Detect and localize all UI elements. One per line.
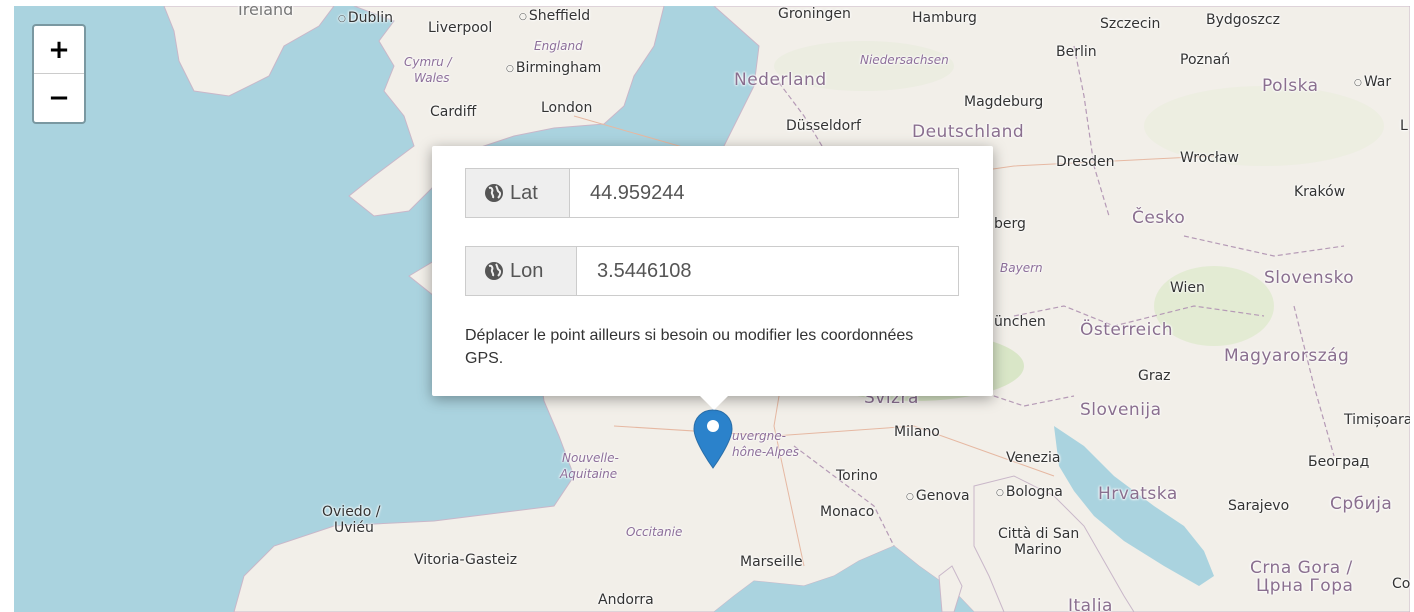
map-label-marseille: Marseille (740, 554, 803, 570)
map-label-liverpool: Liverpool (428, 20, 493, 36)
lon-input-group: Lon (465, 246, 959, 296)
map-label-dresden: Dresden (1056, 154, 1115, 170)
map-label-szczecin: Szczecin (1100, 16, 1161, 32)
map-label-milano: Milano (894, 424, 940, 440)
map-label-nederland: Nederland (734, 70, 827, 90)
globe-icon (485, 262, 503, 280)
map-label-wien: Wien (1170, 280, 1205, 296)
map-label-crna-gora-1: Crna Gora / (1250, 558, 1353, 578)
map-label-dusseldorf: Düsseldorf (786, 118, 861, 134)
map-label-munchen: ünchen (994, 314, 1046, 330)
map-label-poznan: Poznań (1180, 52, 1231, 68)
map-label-slovensko: Slovensko (1264, 268, 1355, 288)
map-label-hrvatska: Hrvatska (1098, 484, 1178, 504)
map-label-timisoara: Timișoara (1344, 412, 1410, 428)
map-label-venezia: Venezia (1006, 450, 1061, 466)
lon-label: Lon (510, 259, 544, 282)
map-label-magdeburg: Magdeburg (964, 94, 1044, 110)
map-label-genova: Genova (906, 488, 970, 505)
map-label-graz: Graz (1138, 368, 1171, 384)
map-label-birmingham: Birmingham (506, 60, 601, 77)
map-label-crna-gora-2: Црна Гора (1256, 576, 1354, 596)
map-label-bydgoszcz: Bydgoszcz (1206, 12, 1280, 28)
map-label-berlin: Berlin (1056, 44, 1097, 60)
map-label-polska: Polska (1262, 76, 1319, 96)
map-label-dublin: Dublin (338, 10, 393, 27)
map-label-auvergne-2: hône-Alpes (732, 445, 800, 459)
zoom-in-button[interactable]: + (34, 26, 84, 74)
map-label-beograd: Београд (1308, 454, 1370, 470)
plus-icon: + (48, 34, 70, 65)
lon-input[interactable] (577, 247, 958, 295)
map-label-cesko: Česko (1132, 208, 1186, 228)
map-label-cardiff: Cardiff (430, 104, 477, 120)
map-label-wroclaw: Wrocław (1180, 150, 1239, 166)
map-label-wales: Wales (414, 71, 450, 85)
map-label-bayern: Bayern (1000, 261, 1043, 275)
map-label-warszawa: War (1354, 74, 1391, 91)
map-marker-icon (693, 409, 733, 469)
map-label-oviedo-2: Uviéu (334, 520, 374, 536)
map-label-andorra: Andorra (598, 592, 654, 608)
map-label-srbija: Србија (1330, 494, 1393, 514)
map-label-san-marino-2: Marino (1014, 542, 1062, 558)
lat-input[interactable] (570, 169, 958, 217)
lat-input-group: Lat (465, 168, 959, 218)
map-label-nurnberg: berg (994, 216, 1026, 232)
map-label-krakow: Kraków (1294, 184, 1346, 200)
map-label-hamburg: Hamburg (912, 10, 977, 26)
map-label-london: London (541, 100, 593, 116)
zoom-control: + − (32, 24, 86, 124)
map-marker[interactable] (693, 409, 733, 473)
map-label-slovenija: Slovenija (1080, 400, 1162, 420)
map-label-oviedo-1: Oviedo / (322, 504, 381, 520)
map-label-auvergne-1: uvergne- (732, 429, 786, 443)
map-label-san-marino-1: Città di San (998, 526, 1080, 542)
map-label-sarajevo: Sarajevo (1228, 498, 1290, 514)
map-label-deutschland: Deutschland (912, 122, 1025, 142)
map-label-nouvelle-2: Aquitaine (560, 467, 618, 481)
popup-tip (698, 394, 730, 410)
map-label-england: England (534, 39, 583, 53)
map-label-lublin: L (1400, 118, 1408, 134)
map-label-edge-co: Co (1392, 576, 1410, 592)
map-label-osterreich: Österreich (1080, 320, 1173, 340)
map-label-niedersachsen: Niedersachsen (860, 53, 949, 67)
map-label-nouvelle-1: Nouvelle- (562, 451, 619, 465)
map-label-cymru: Cymru / (404, 55, 452, 69)
map-label-magyarorszag: Magyarország (1224, 346, 1350, 366)
map-label-italia: Italia (1068, 596, 1113, 612)
lon-addon: Lon (466, 247, 577, 295)
lat-addon: Lat (466, 169, 570, 217)
map-label-groningen: Groningen (778, 6, 851, 22)
map-label-monaco: Monaco (820, 504, 875, 520)
map-label-vitoria: Vitoria-Gasteiz (414, 552, 518, 568)
map-label-sheffield: Sheffield (519, 8, 590, 25)
map-label-torino: Torino (836, 468, 878, 484)
zoom-out-button[interactable]: − (34, 74, 84, 121)
globe-icon (485, 184, 503, 202)
help-text: Déplacer le point ailleurs si besoin ou … (465, 327, 914, 367)
lat-label: Lat (510, 181, 538, 204)
map-label-bologna: Bologna (996, 484, 1063, 501)
map-label-occitanie: Occitanie (626, 525, 683, 539)
minus-icon: − (48, 82, 70, 113)
map-label-ireland: Ireland (238, 6, 294, 19)
coordinates-popup: Lat Lon Déplacer le point ailleurs si be… (432, 146, 993, 410)
